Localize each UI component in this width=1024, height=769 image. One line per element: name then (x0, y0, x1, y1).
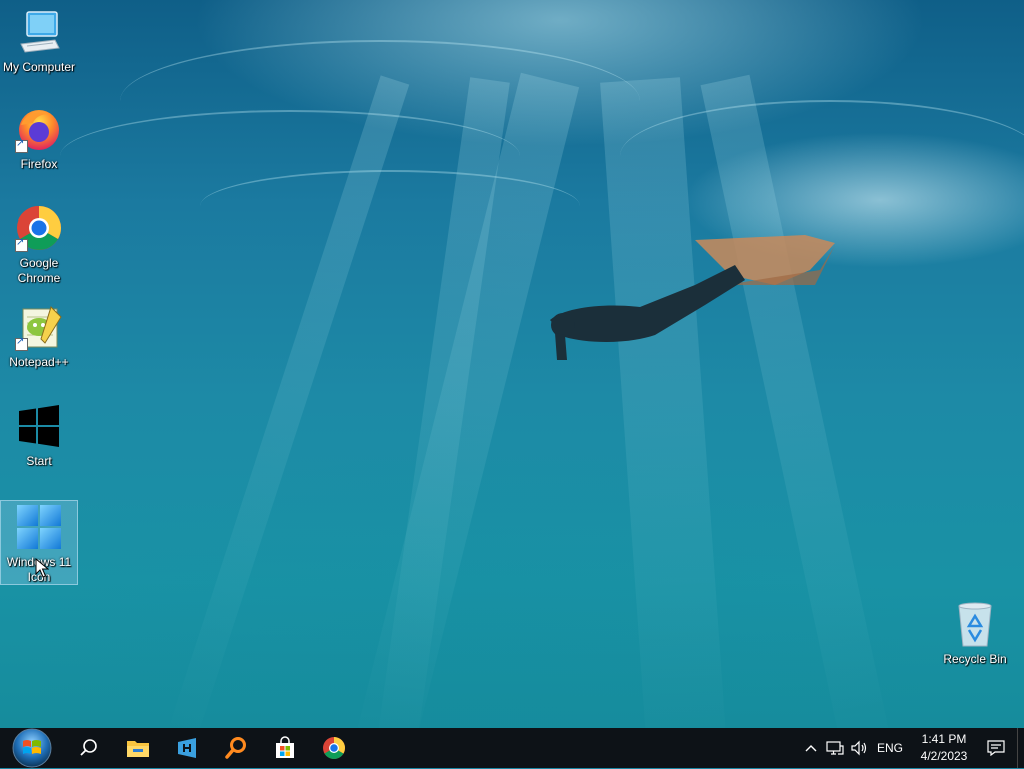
windows11-logo-icon (15, 503, 63, 551)
taskbar-store-button[interactable] (260, 728, 309, 768)
surface-wave (620, 100, 1024, 212)
speaker-icon (851, 740, 867, 756)
desktop-icon-label: Google Chrome (17, 256, 61, 285)
network-icon (826, 741, 844, 755)
volume-button[interactable] (847, 728, 871, 768)
language-indicator[interactable]: ENG (871, 741, 909, 755)
computer-icon (15, 8, 63, 56)
taskbar: ENG 1:41 PM 4/2/2023 (0, 728, 1024, 768)
clock[interactable]: 1:41 PM 4/2/2023 (909, 731, 979, 765)
search-app-icon (224, 737, 246, 759)
desktop-icon-notepadpp[interactable]: Notepad++ (1, 303, 77, 370)
desktop-wallpaper[interactable]: My Computer Firefox (0, 0, 1024, 728)
firefox-icon (15, 105, 63, 153)
desktop-icon-label: Firefox (20, 157, 58, 171)
search-icon (79, 739, 97, 756)
desktop-icon-start[interactable]: Start (1, 402, 77, 469)
clock-time: 1:41 PM (921, 732, 967, 746)
shortcut-arrow-icon (15, 336, 28, 351)
taskbar-chrome-button[interactable] (309, 728, 358, 768)
notification-icon (987, 740, 1005, 756)
windows-logo-icon (15, 402, 63, 450)
desktop-icon-firefox[interactable]: Firefox (1, 105, 77, 172)
desktop-icon-google-chrome[interactable]: Google Chrome (1, 204, 77, 286)
taskbar-search-button[interactable] (64, 728, 113, 768)
notepadpp-icon (15, 303, 63, 351)
network-button[interactable] (823, 728, 847, 768)
taskbar-app-button[interactable] (162, 728, 211, 768)
desktop-icon-label: Start (26, 454, 52, 468)
clock-date: 4/2/2023 (920, 749, 968, 763)
system-tray: ENG 1:41 PM 4/2/2023 (799, 728, 1024, 768)
chrome-icon (322, 737, 345, 759)
start-orb-icon (12, 728, 52, 768)
chrome-icon (15, 204, 63, 252)
taskbar-search-app-button[interactable] (211, 728, 260, 768)
shortcut-arrow-icon (15, 138, 28, 153)
shortcut-arrow-icon (15, 237, 28, 252)
surface-wave (200, 170, 580, 242)
app-icon (177, 738, 196, 758)
desktop-icon-recycle-bin[interactable]: Recycle Bin (937, 600, 1013, 667)
chevron-up-icon (805, 745, 817, 752)
action-center-button[interactable] (979, 728, 1013, 768)
store-icon (275, 736, 294, 758)
mouse-cursor-icon (35, 558, 49, 578)
desktop-icon-label: Recycle Bin (943, 652, 1007, 666)
desktop-icon-label: Notepad++ (9, 355, 69, 369)
recycle-bin-icon (951, 600, 999, 648)
show-hidden-icons-button[interactable] (799, 728, 823, 768)
taskbar-file-explorer[interactable] (113, 728, 162, 768)
file-explorer-icon (126, 741, 149, 757)
show-desktop-button[interactable] (1017, 728, 1024, 768)
desktop-icon-label: My Computer (2, 60, 76, 74)
start-button[interactable] (0, 728, 64, 768)
diver-silhouette (550, 235, 835, 360)
desktop-icon-my-computer[interactable]: My Computer (1, 8, 77, 74)
